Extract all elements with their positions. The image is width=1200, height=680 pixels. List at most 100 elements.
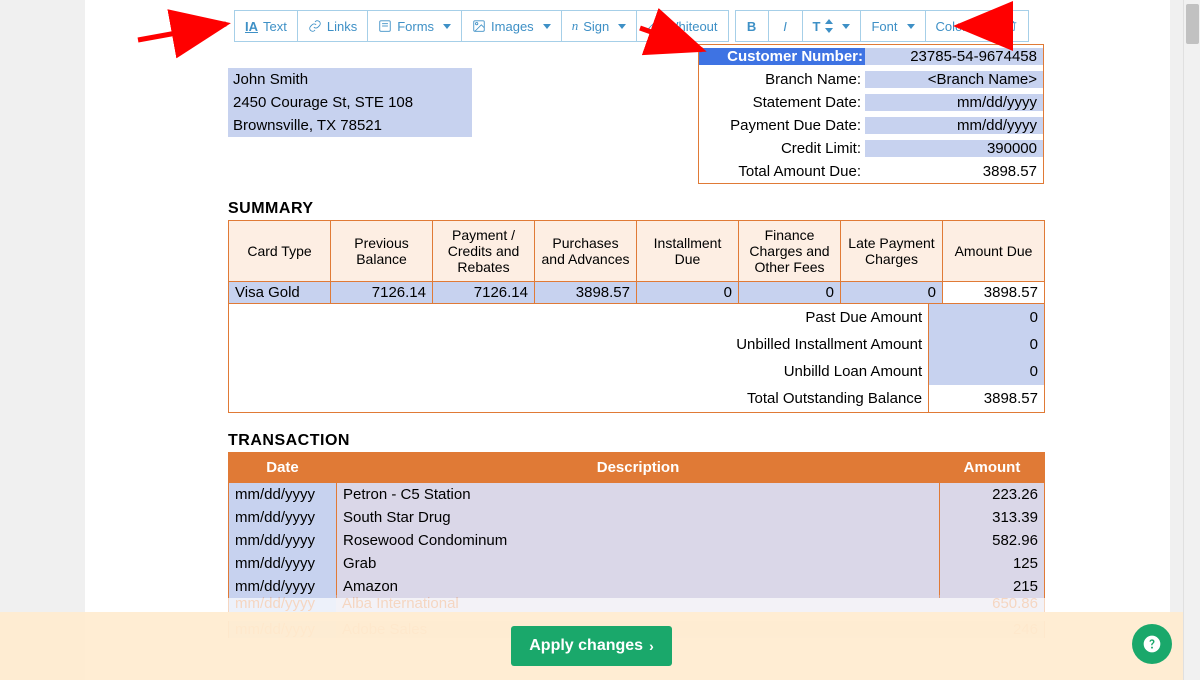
trans-date[interactable]: mm/dd/yyyy	[229, 529, 337, 552]
cell-installment[interactable]: 0	[637, 282, 739, 304]
account-info-box: Customer Number: 23785-54-9674458 Branch…	[698, 44, 1044, 184]
branch-name-value[interactable]: <Branch Name>	[865, 71, 1043, 88]
col-card-type: Card Type	[229, 221, 331, 282]
trans-date[interactable]: mm/dd/yyyy	[229, 506, 337, 529]
summary-section: SUMMARY Card Type Previous Balance Payme…	[228, 200, 1045, 413]
text-tool-label: Text	[263, 19, 287, 34]
whiteout-tool-label: Whiteout	[666, 19, 717, 34]
total-due-label: Total Amount Due:	[699, 163, 865, 180]
transaction-table: Date Description Amount mm/dd/yyyyPetron…	[228, 452, 1045, 598]
col-finance: Finance Charges and Other Fees	[739, 221, 841, 282]
transaction-row: mm/dd/yyyyPetron - C5 Station223.26	[229, 483, 1045, 507]
statement-date-value[interactable]: mm/dd/yyyy	[865, 94, 1043, 111]
cell-late[interactable]: 0	[841, 282, 943, 304]
col-date: Date	[229, 453, 337, 483]
customer-number-label[interactable]: Customer Number:	[699, 48, 865, 65]
color-label: Color	[936, 19, 967, 34]
trans-desc[interactable]: Rosewood Condominum	[337, 529, 940, 552]
caret-down-icon	[842, 24, 850, 29]
scrollbar-thumb[interactable]	[1186, 4, 1199, 44]
trans-amt[interactable]: 582.96	[940, 529, 1045, 552]
caret-down-icon	[976, 24, 984, 29]
unbilled-loan-label: Unbilld Loan Amount	[229, 363, 928, 380]
help-icon	[1142, 634, 1162, 654]
eraser-icon	[647, 19, 661, 33]
col-description: Description	[337, 453, 940, 483]
bold-label: B	[747, 19, 756, 34]
summary-extras: Past Due Amount 0 Unbilled Installment A…	[228, 304, 1045, 413]
bold-button[interactable]: B	[735, 10, 769, 42]
address-line3: Brownsville, TX 78521	[228, 114, 472, 137]
transaction-row: mm/dd/yyyyGrab125	[229, 552, 1045, 575]
color-button[interactable]: Color	[926, 10, 995, 42]
editor-toolbar: IA Text Links Forms Images n Sign Whiteo…	[234, 10, 1029, 42]
sign-tool-button[interactable]: n Sign	[562, 10, 638, 42]
italic-button[interactable]: I	[769, 10, 803, 42]
cell-payment-credits[interactable]: 7126.14	[433, 282, 535, 304]
delete-button[interactable]	[995, 10, 1029, 42]
credit-limit-label: Credit Limit:	[699, 140, 865, 157]
italic-label: I	[783, 19, 787, 34]
images-tool-button[interactable]: Images	[462, 10, 562, 42]
forms-tool-button[interactable]: Forms	[368, 10, 462, 42]
caret-down-icon	[443, 24, 451, 29]
trans-desc[interactable]: South Star Drug	[337, 506, 940, 529]
links-tool-button[interactable]: Links	[298, 10, 368, 42]
unbilled-inst-value[interactable]: 0	[928, 331, 1044, 358]
font-button[interactable]: Font	[861, 10, 925, 42]
past-due-value[interactable]: 0	[928, 304, 1044, 331]
cell-finance[interactable]: 0	[739, 282, 841, 304]
payment-due-value[interactable]: mm/dd/yyyy	[865, 117, 1043, 134]
cell-purchases[interactable]: 3898.57	[535, 282, 637, 304]
payment-due-label: Payment Due Date:	[699, 117, 865, 134]
summary-table: Card Type Previous Balance Payment / Cre…	[228, 220, 1045, 304]
total-outstanding-value: 3898.57	[928, 385, 1044, 412]
link-icon	[308, 19, 322, 33]
transaction-row: mm/dd/yyyySouth Star Drug313.39	[229, 506, 1045, 529]
credit-limit-value[interactable]: 390000	[865, 140, 1043, 157]
summary-row: Visa Gold 7126.14 7126.14 3898.57 0 0 0 …	[229, 282, 1045, 304]
col-installment: Installment Due	[637, 221, 739, 282]
size-arrows-icon	[825, 19, 833, 33]
trans-desc[interactable]: Grab	[337, 552, 940, 575]
col-payment-credits: Payment / Credits and Rebates	[433, 221, 535, 282]
trans-date[interactable]: mm/dd/yyyy	[229, 483, 337, 507]
col-purchases: Purchases and Advances	[535, 221, 637, 282]
trans-amt[interactable]: 313.39	[940, 506, 1045, 529]
address-line2: 2450 Courage St, STE 108	[228, 91, 472, 114]
sign-tool-label: Sign	[583, 19, 609, 34]
trans-desc[interactable]: Petron - C5 Station	[337, 483, 940, 507]
text-tool-button[interactable]: IA Text	[234, 10, 298, 42]
cell-amount-due: 3898.57	[943, 282, 1045, 304]
total-due-value: 3898.57	[865, 163, 1043, 180]
customer-number-value[interactable]: 23785-54-9674458	[865, 48, 1043, 65]
faded-date: mm/dd/yyyy	[228, 595, 336, 612]
help-button[interactable]	[1132, 624, 1172, 664]
text-size-button[interactable]: T	[803, 10, 862, 42]
vertical-scrollbar[interactable]	[1183, 0, 1200, 680]
trans-amt[interactable]: 223.26	[940, 483, 1045, 507]
apply-changes-bar: Apply changes ›	[0, 612, 1183, 680]
trash-icon	[1005, 19, 1018, 33]
cell-prev-balance[interactable]: 7126.14	[331, 282, 433, 304]
address-block[interactable]: John Smith 2450 Courage St, STE 108 Brow…	[228, 68, 472, 137]
col-amount: Amount	[940, 453, 1045, 483]
caret-down-icon	[543, 24, 551, 29]
past-due-label: Past Due Amount	[229, 309, 928, 326]
col-prev-balance: Previous Balance	[331, 221, 433, 282]
trans-amt[interactable]: 125	[940, 552, 1045, 575]
font-label: Font	[871, 19, 897, 34]
unbilled-loan-value[interactable]: 0	[928, 358, 1044, 385]
caret-down-icon	[618, 24, 626, 29]
links-tool-label: Links	[327, 19, 357, 34]
col-amount-due: Amount Due	[943, 221, 1045, 282]
text-size-label: T	[813, 19, 821, 34]
whiteout-tool-button[interactable]: Whiteout	[637, 10, 728, 42]
col-late: Late Payment Charges	[841, 221, 943, 282]
apply-changes-button[interactable]: Apply changes ›	[511, 626, 671, 666]
faded-amt: 650.86	[940, 595, 1045, 612]
cell-card-type[interactable]: Visa Gold	[229, 282, 331, 304]
branch-name-label: Branch Name:	[699, 71, 865, 88]
statement-date-label: Statement Date:	[699, 94, 865, 111]
trans-date[interactable]: mm/dd/yyyy	[229, 552, 337, 575]
